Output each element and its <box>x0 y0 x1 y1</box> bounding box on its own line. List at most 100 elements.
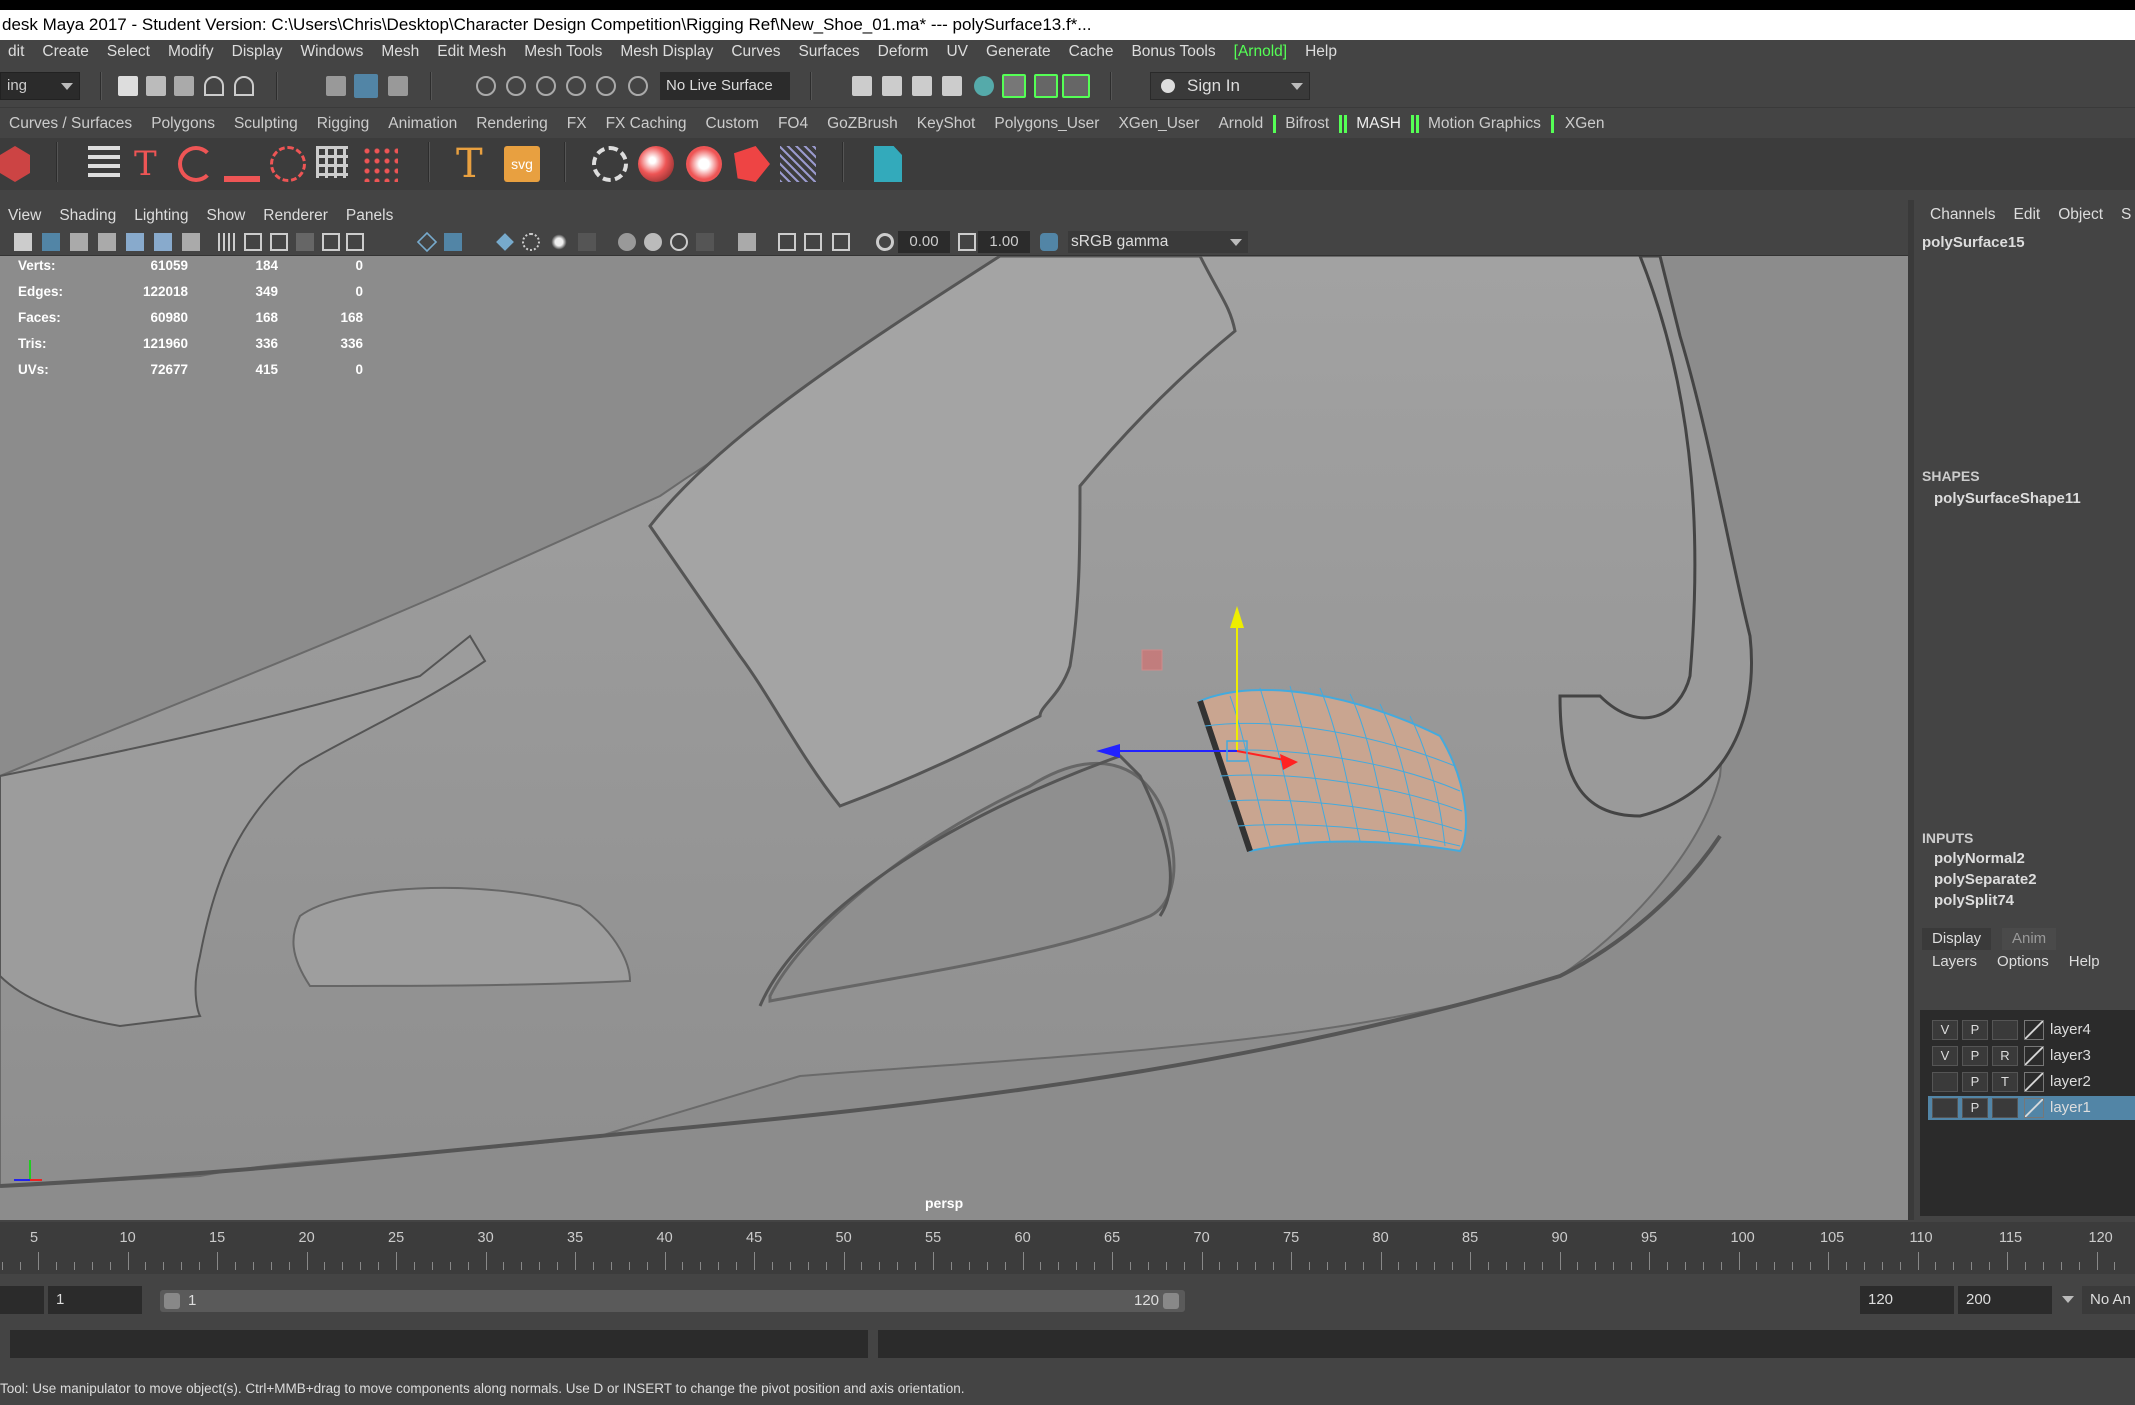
menu-curves[interactable]: Curves <box>723 43 790 61</box>
camera-lock-icon[interactable] <box>42 233 60 251</box>
channel-box-menu-edit[interactable]: Edit <box>2014 206 2059 224</box>
layer-name[interactable]: layer3 <box>2050 1047 2091 1064</box>
layer-row-layer3[interactable]: V P Rlayer3 <box>1928 1044 2135 1068</box>
shelf-tab-keyshot[interactable]: KeyShot <box>908 115 986 133</box>
menu-deform[interactable]: Deform <box>870 43 939 61</box>
shelf-tab-gozbrush[interactable]: GoZBrush <box>818 115 908 133</box>
render-settings-icon[interactable] <box>942 76 962 96</box>
isolate-select-icon[interactable] <box>738 233 756 251</box>
xray-active-icon[interactable] <box>804 233 822 251</box>
range-handle-start[interactable] <box>164 1293 180 1309</box>
layer-name[interactable]: layer4 <box>2050 1021 2091 1038</box>
shelf-tab-xgen-user[interactable]: XGen_User <box>1109 115 1209 133</box>
menu-mesh-tools[interactable]: Mesh Tools <box>516 43 612 61</box>
ipr-render-icon[interactable] <box>912 76 932 96</box>
sphere-icon[interactable] <box>638 146 674 182</box>
start-time-field[interactable]: 1 <box>48 1286 142 1314</box>
mel-input[interactable] <box>10 1330 868 1358</box>
ambient-occlusion-icon[interactable] <box>618 233 636 251</box>
menu-help[interactable]: Help <box>1297 43 1347 61</box>
list-icon[interactable] <box>88 146 120 182</box>
menu-arnold[interactable]: [Arnold] <box>1226 43 1297 61</box>
layer-color-swatch[interactable] <box>2024 1020 2044 1040</box>
gamma-icon[interactable] <box>958 233 976 251</box>
redo-icon[interactable] <box>234 76 254 96</box>
input-node-polysplit[interactable]: polySplit74 <box>1934 892 2014 909</box>
menu-modify[interactable]: Modify <box>160 43 224 61</box>
menu-mesh-display[interactable]: Mesh Display <box>612 43 723 61</box>
menu-set-dropdown[interactable]: ing <box>0 72 80 100</box>
viewport-menu-renderer[interactable]: Renderer <box>255 207 338 225</box>
visibility-toggle[interactable]: V <box>1932 1020 1958 1040</box>
menu-bonus-tools[interactable]: Bonus Tools <box>1123 43 1225 61</box>
display-type-toggle[interactable] <box>1992 1020 2018 1040</box>
playback-toggle[interactable]: P <box>1962 1020 1988 1040</box>
pen-icon[interactable] <box>182 233 200 251</box>
shelf-tab-fo4[interactable]: FO4 <box>769 115 818 133</box>
snap-curve-icon[interactable] <box>506 76 526 96</box>
menu-mesh[interactable]: Mesh <box>373 43 429 61</box>
anim-layer-field[interactable]: No An <box>2082 1286 2135 1314</box>
select-hierarchy-icon[interactable] <box>326 76 346 96</box>
range-slider[interactable]: 1 120 <box>160 1290 1185 1312</box>
tab-display[interactable]: Display <box>1922 928 1992 950</box>
resolution-gate-icon[interactable] <box>270 233 288 251</box>
make-live-icon[interactable] <box>628 76 648 96</box>
wireframe-icon[interactable] <box>416 231 438 253</box>
shadows-icon[interactable] <box>578 233 596 251</box>
save-scene-icon[interactable] <box>174 76 194 96</box>
menu-generate[interactable]: Generate <box>978 43 1061 61</box>
layer-row-layer2[interactable]: P Tlayer2 <box>1928 1070 2135 1094</box>
bookmark-icon[interactable] <box>70 233 88 251</box>
input-node-polyseparate[interactable]: polySeparate2 <box>1934 871 2037 888</box>
hair-icon[interactable] <box>780 146 816 182</box>
bomb-icon[interactable] <box>686 146 722 182</box>
snap-toggle-icon[interactable] <box>154 233 172 251</box>
input-node-polynormal[interactable]: polyNormal2 <box>1934 850 2025 867</box>
grid-tool-icon[interactable] <box>316 146 348 178</box>
layer-row-layer1[interactable]: Player1 <box>1928 1096 2135 1120</box>
gate-mask-icon[interactable] <box>296 233 314 251</box>
layer-color-swatch[interactable] <box>2024 1046 2044 1066</box>
layer-menu-layers[interactable]: Layers <box>1932 953 1977 970</box>
new-scene-icon[interactable] <box>118 76 138 96</box>
playback-toggle[interactable]: P <box>1962 1098 1988 1118</box>
layer-name[interactable]: layer2 <box>2050 1073 2091 1090</box>
visibility-toggle[interactable] <box>1932 1072 1958 1092</box>
field-chart-icon[interactable] <box>322 233 340 251</box>
select-object-icon[interactable] <box>354 74 378 98</box>
chevron-down-icon[interactable] <box>2062 1296 2074 1303</box>
snap-view-plane-icon[interactable] <box>596 76 616 96</box>
playback-toggle[interactable]: P <box>1962 1046 1988 1066</box>
exposure-field[interactable]: 0.00 <box>898 231 950 253</box>
curve-tool-icon[interactable] <box>270 146 306 182</box>
end-time-field[interactable]: 120 <box>1860 1286 1954 1314</box>
shelf-tab-rigging[interactable]: Rigging <box>308 115 380 133</box>
shelf-tab-animation[interactable]: Animation <box>379 115 467 133</box>
scatter-icon[interactable] <box>362 146 398 182</box>
shelf-tab-polygons[interactable]: Polygons <box>142 115 225 133</box>
menu-dit[interactable]: dit <box>0 43 34 61</box>
layer-color-swatch[interactable] <box>2024 1072 2044 1092</box>
viewport-menu-panels[interactable]: Panels <box>338 207 403 225</box>
render-current-frame-icon[interactable] <box>852 76 872 96</box>
shelf-tab-arnold[interactable]: Arnold <box>1209 115 1273 133</box>
menu-windows[interactable]: Windows <box>292 43 373 61</box>
shelf-tab-custom[interactable]: Custom <box>697 115 769 133</box>
snap-grid-icon[interactable] <box>476 76 496 96</box>
select-component-icon[interactable] <box>388 76 408 96</box>
svg-tool-icon[interactable]: svg <box>504 146 540 182</box>
open-scene-icon[interactable] <box>146 76 166 96</box>
menu-select[interactable]: Select <box>99 43 160 61</box>
channel-box-menu-object[interactable]: Object <box>2058 206 2121 224</box>
playback-toggle[interactable]: P <box>1962 1072 1988 1092</box>
range-handle-end[interactable] <box>1163 1293 1179 1309</box>
menu-uv[interactable]: UV <box>938 43 978 61</box>
channel-box-menu-channels[interactable]: Channels <box>1930 206 2014 224</box>
safe-action-icon[interactable] <box>346 233 364 251</box>
menu-edit-mesh[interactable]: Edit Mesh <box>429 43 516 61</box>
viewport-menu-show[interactable]: Show <box>199 207 256 225</box>
visibility-toggle[interactable]: V <box>1932 1046 1958 1066</box>
shelf-tab-polygons-user[interactable]: Polygons_User <box>985 115 1109 133</box>
text-tool-icon[interactable]: T <box>134 146 170 182</box>
